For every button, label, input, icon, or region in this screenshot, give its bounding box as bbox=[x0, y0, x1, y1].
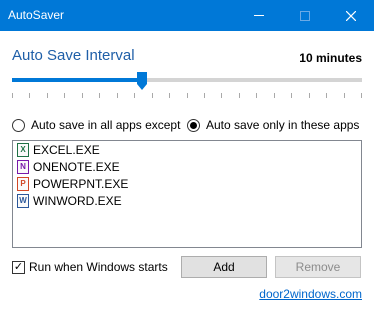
slider-tick bbox=[221, 93, 222, 98]
apps-listbox[interactable]: X EXCEL.EXE N ONENOTE.EXE P POWERPNT.EXE W WINW… bbox=[12, 140, 362, 248]
maximize-button bbox=[282, 0, 328, 31]
run-at-startup-checkbox[interactable]: ✓ bbox=[12, 260, 25, 274]
run-at-startup-option[interactable]: ✓ Run when Windows starts bbox=[12, 260, 168, 274]
slider-tick bbox=[204, 93, 205, 98]
slider-tick bbox=[326, 93, 327, 98]
close-icon bbox=[346, 10, 356, 21]
list-item-label: WINWORD.EXE bbox=[33, 193, 122, 208]
add-button[interactable]: Add bbox=[181, 256, 267, 278]
word-icon: W bbox=[17, 193, 29, 208]
slider-tick bbox=[47, 93, 48, 98]
slider-tick bbox=[274, 93, 275, 98]
slider-tick bbox=[187, 93, 188, 98]
interval-value: 10 minutes bbox=[299, 51, 362, 65]
slider-tick bbox=[134, 93, 135, 98]
excel-icon: X bbox=[17, 142, 29, 157]
slider-tick bbox=[82, 93, 83, 98]
list-item[interactable]: P POWERPNT.EXE bbox=[13, 175, 361, 192]
slider-tick bbox=[29, 93, 30, 98]
window-title: AutoSaver bbox=[8, 8, 65, 22]
interval-heading: Auto Save Interval bbox=[12, 47, 135, 64]
list-item[interactable]: N ONENOTE.EXE bbox=[13, 158, 361, 175]
slider-tick bbox=[239, 93, 240, 98]
list-item-label: POWERPNT.EXE bbox=[33, 176, 129, 191]
list-item-label: EXCEL.EXE bbox=[33, 142, 100, 157]
website-link[interactable]: door2windows.com bbox=[259, 287, 362, 301]
slider-tick bbox=[169, 93, 170, 98]
title-bar[interactable]: AutoSaver bbox=[0, 0, 374, 31]
slider-tick bbox=[152, 93, 153, 98]
list-item[interactable]: W WINWORD.EXE bbox=[13, 192, 361, 209]
slider-tick bbox=[64, 93, 65, 98]
onenote-icon: N bbox=[17, 159, 29, 174]
slider-thumb[interactable] bbox=[137, 72, 147, 90]
minimize-icon bbox=[254, 15, 264, 16]
powerpoint-icon: P bbox=[17, 176, 29, 191]
close-button[interactable] bbox=[328, 0, 374, 31]
list-item[interactable]: X EXCEL.EXE bbox=[13, 141, 361, 158]
radio-label-all-except: Auto save in all apps except bbox=[31, 118, 181, 132]
slider-ticks bbox=[12, 93, 362, 99]
maximize-icon bbox=[300, 10, 310, 21]
slider-fill bbox=[12, 78, 142, 82]
interval-slider[interactable] bbox=[12, 70, 362, 100]
list-item-label: ONENOTE.EXE bbox=[33, 159, 120, 174]
radio-all-apps-except[interactable]: Auto save in all apps except bbox=[12, 118, 180, 132]
radio-button-all-except[interactable] bbox=[12, 118, 25, 132]
slider-tick bbox=[291, 93, 292, 98]
slider-tick bbox=[361, 93, 362, 98]
radio-only-these-apps[interactable]: Auto save only in these apps bbox=[187, 118, 359, 132]
radio-label-only-these: Auto save only in these apps bbox=[206, 118, 360, 132]
run-at-startup-label: Run when Windows starts bbox=[29, 260, 168, 274]
remove-button: Remove bbox=[275, 256, 361, 278]
slider-tick bbox=[344, 93, 345, 98]
minimize-button[interactable] bbox=[236, 0, 282, 31]
slider-tick bbox=[99, 93, 100, 98]
slider-tick bbox=[12, 93, 13, 98]
radio-button-only-these[interactable] bbox=[187, 118, 200, 132]
slider-tick bbox=[309, 93, 310, 98]
slider-tick bbox=[256, 93, 257, 98]
slider-tick bbox=[117, 93, 118, 98]
